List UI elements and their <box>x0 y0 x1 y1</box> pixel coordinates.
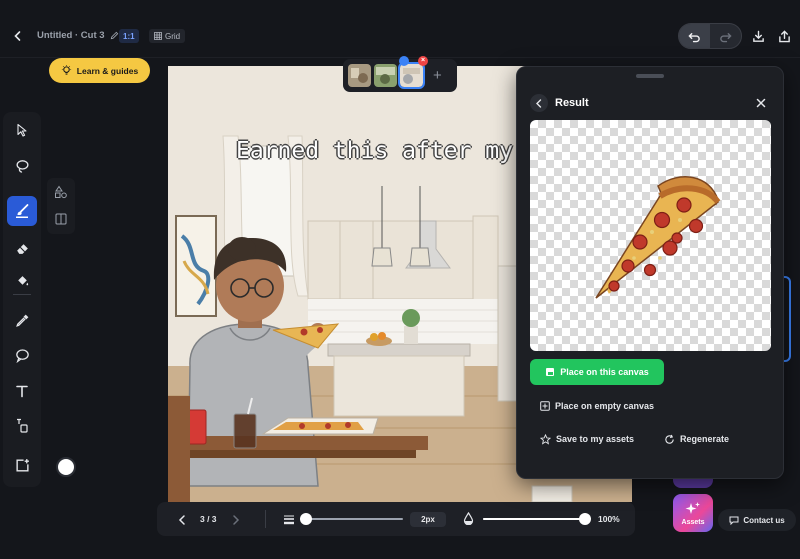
left-toolbar <box>3 112 41 487</box>
text-tool[interactable] <box>7 376 37 406</box>
lasso-icon <box>16 159 28 173</box>
brush-size-track[interactable] <box>301 518 403 520</box>
brush-size-value[interactable]: 2px <box>410 512 446 527</box>
cut-thumbnail-1[interactable] <box>348 64 371 87</box>
cursor-icon <box>17 123 27 137</box>
place-icon <box>546 368 555 376</box>
document-title-text[interactable]: Untitled · Cut 3 <box>37 30 105 41</box>
assets-stack <box>673 478 713 488</box>
add-frame-tool[interactable] <box>7 450 37 480</box>
eyedropper-tool[interactable] <box>7 305 37 335</box>
edit-badge-icon[interactable] <box>399 56 409 66</box>
back-icon[interactable] <box>8 26 28 46</box>
eyedropper-icon <box>15 314 28 327</box>
eraser-tool[interactable] <box>7 233 37 263</box>
document-title[interactable]: Untitled · Cut 3 <box>37 30 119 41</box>
undo-button[interactable] <box>679 24 710 48</box>
result-preview <box>530 120 771 351</box>
place-on-empty-button[interactable]: Place on empty canvas <box>540 396 654 416</box>
place-on-empty-label: Place on empty canvas <box>555 401 655 411</box>
assets-label: Assets <box>681 518 705 526</box>
save-to-assets-button[interactable]: Save to my assets <box>540 429 634 449</box>
cut-thumbnail-2[interactable] <box>374 64 397 87</box>
top-bar: Untitled · Cut 3 1:1 Grid <box>0 14 800 58</box>
contact-us-label: Contact us <box>743 515 785 525</box>
bottom-divider <box>265 510 266 528</box>
place-on-canvas-button[interactable]: Place on this canvas <box>530 359 664 385</box>
prev-cut-icon[interactable] <box>177 513 187 531</box>
star-icon <box>540 433 551 445</box>
assets-button[interactable]: Assets <box>673 494 713 532</box>
page-indicator: 3 / 3 <box>200 514 217 524</box>
bottom-bar: 3 / 3 2px 100% <box>157 502 635 536</box>
regenerate-label: Regenerate <box>680 434 730 444</box>
add-square-icon <box>540 401 550 411</box>
speech-bubble-tool[interactable] <box>7 340 37 370</box>
redo-button[interactable] <box>710 24 741 48</box>
opacity-value: 100% <box>598 514 620 524</box>
refresh-icon <box>665 434 674 444</box>
pizza-slice-image <box>595 176 721 299</box>
undo-icon <box>688 32 700 42</box>
brush-subtools <box>47 178 75 234</box>
save-to-assets-label: Save to my assets <box>556 434 635 444</box>
brush-size-icon <box>283 513 295 531</box>
paint-bucket-icon <box>17 275 28 285</box>
font-style-icon <box>17 418 28 433</box>
sparkle-icon <box>685 501 700 514</box>
close-icon[interactable] <box>753 95 769 111</box>
learn-guides-button[interactable]: Learn & guides <box>49 58 150 83</box>
grid-icon <box>154 32 162 40</box>
fill-tool[interactable] <box>7 266 37 296</box>
speech-bubble-icon <box>15 348 29 363</box>
undo-redo-group <box>678 23 742 49</box>
lasso-tool[interactable] <box>7 151 37 181</box>
share-icon[interactable] <box>775 27 793 45</box>
canvas-caption-text[interactable]: Earned this after my w <box>236 138 541 164</box>
download-icon[interactable] <box>749 27 767 45</box>
font-style-tool[interactable] <box>7 410 37 440</box>
shapes-icon[interactable] <box>54 185 68 204</box>
redo-icon <box>720 32 732 42</box>
selected-panel-edge <box>783 276 791 362</box>
app-root: Untitled · Cut 3 1:1 Grid Learn & guides <box>0 0 800 559</box>
current-color-swatch[interactable] <box>56 457 76 477</box>
grid-toggle[interactable]: Grid <box>149 29 186 43</box>
pencil-icon[interactable] <box>110 31 119 40</box>
result-back-icon[interactable] <box>530 94 548 112</box>
cut-thumbnail-3[interactable] <box>398 62 425 89</box>
drag-handle[interactable] <box>636 74 664 78</box>
opacity-icon <box>463 511 474 530</box>
place-on-canvas-label: Place on this canvas <box>560 367 649 377</box>
opacity-knob[interactable] <box>579 513 591 525</box>
result-title: Result <box>555 97 589 109</box>
lightbulb-icon <box>61 65 71 75</box>
learn-guides-label: Learn & guides <box>76 65 139 76</box>
brush-size-knob[interactable] <box>300 513 313 525</box>
grid-label: Grid <box>165 31 181 41</box>
select-tool[interactable] <box>7 115 37 145</box>
regenerate-button[interactable]: Regenerate <box>664 429 729 449</box>
next-cut-icon[interactable] <box>231 513 241 531</box>
brush-icon <box>16 204 29 218</box>
delete-cut-icon[interactable]: × <box>418 56 428 66</box>
result-panel: Result Place on this canvas Place on emp… <box>516 66 784 479</box>
contact-us-button[interactable]: Contact us <box>718 509 796 531</box>
opacity-fill <box>483 518 585 520</box>
mirror-icon[interactable] <box>54 212 68 231</box>
add-cut-icon[interactable]: + <box>433 68 442 83</box>
brush-tool[interactable] <box>7 196 37 226</box>
text-icon <box>16 385 28 398</box>
eraser-icon <box>16 243 28 254</box>
chat-icon <box>729 516 739 525</box>
toolbar-divider <box>13 294 31 295</box>
add-frame-icon <box>15 458 29 472</box>
aspect-ratio-pill[interactable]: 1:1 <box>119 29 139 43</box>
